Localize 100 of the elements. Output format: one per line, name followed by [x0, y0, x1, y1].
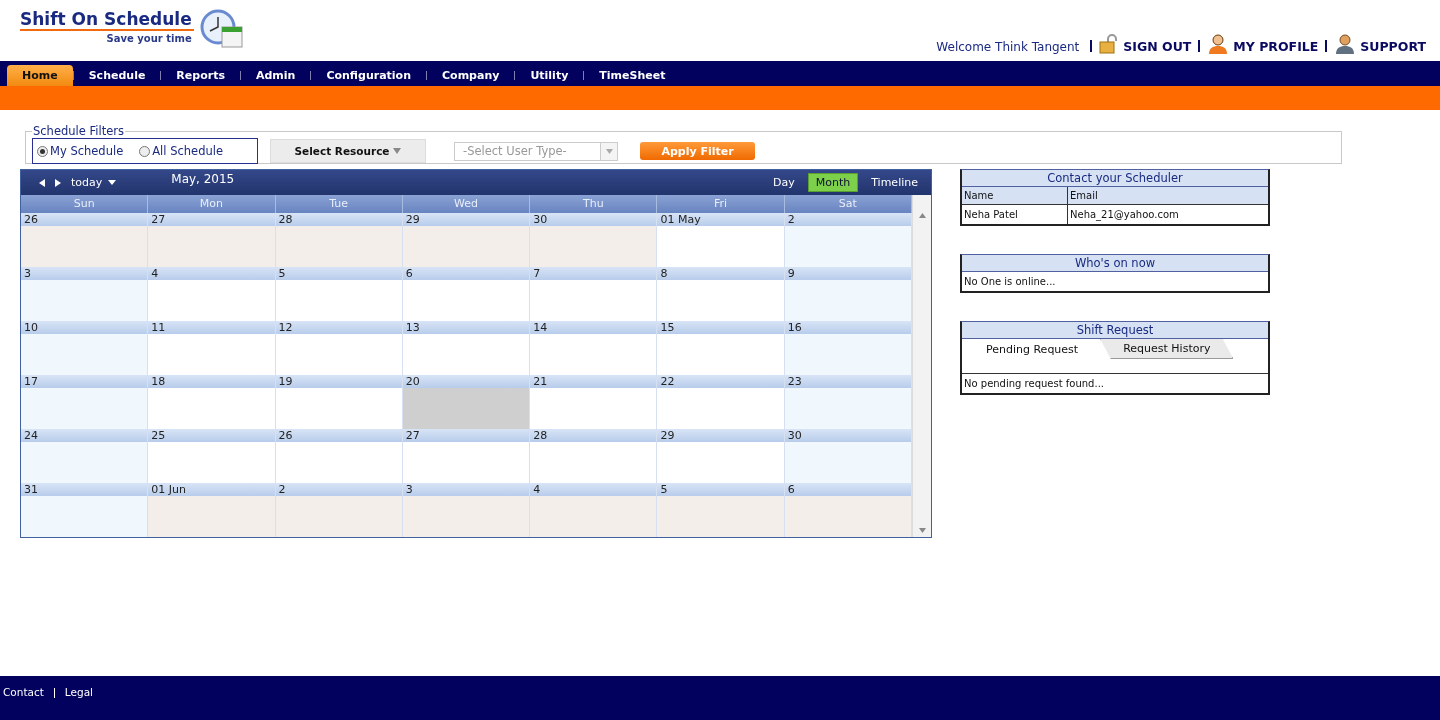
day-cell[interactable]: 11: [148, 321, 276, 375]
day-cell[interactable]: 12: [275, 321, 403, 375]
empty-message: No One is online...: [963, 275, 1057, 289]
day-cell[interactable]: 28: [275, 213, 403, 267]
day-cell[interactable]: 01 May: [657, 213, 785, 267]
view-button[interactable]: Timeline: [864, 174, 925, 191]
table-cell: Neha Patel: [962, 205, 1068, 224]
day-number: 6: [784, 483, 911, 496]
day-cell[interactable]: 6: [402, 267, 531, 321]
day-number: 14: [530, 321, 657, 334]
day-number: 3: [402, 483, 530, 496]
nav-tab[interactable]: Schedule: [73, 65, 161, 86]
header-link[interactable]: SIGN OUT: [1123, 39, 1192, 54]
select-resource-button[interactable]: Select Resource: [270, 139, 426, 163]
day-number: 7: [530, 267, 657, 280]
day-number: 5: [275, 267, 402, 280]
scroll-down-icon[interactable]: [918, 528, 926, 533]
nav-tab[interactable]: Admin: [240, 65, 311, 86]
day-cell[interactable]: 01 Jun: [148, 483, 276, 537]
padlock-icon: [1099, 34, 1120, 54]
today-button[interactable]: today: [71, 176, 117, 189]
day-number: 26: [21, 213, 148, 226]
table-header: Name: [962, 187, 1068, 205]
day-cell[interactable]: 21: [530, 375, 658, 429]
previous-icon[interactable]: [39, 178, 45, 187]
day-number: 5: [657, 483, 784, 496]
request-tab[interactable]: Request History: [1100, 339, 1234, 359]
view-button[interactable]: Month: [807, 173, 859, 192]
caret-icon: [108, 180, 117, 185]
header-link[interactable]: MY PROFILE: [1233, 39, 1319, 54]
day-number: 25: [148, 429, 275, 442]
day-cell[interactable]: 7: [530, 267, 658, 321]
day-number: 18: [148, 375, 275, 388]
table-cell-text: Neha_21@yahoo.com: [1069, 208, 1180, 223]
day-cell[interactable]: 16: [784, 321, 912, 375]
day-cell[interactable]: 30: [784, 429, 912, 483]
brand-title: Shift On Schedule: [20, 9, 194, 31]
next-icon[interactable]: [55, 178, 61, 187]
day-cell[interactable]: 26: [21, 213, 149, 267]
day-number: 16: [784, 321, 911, 334]
day-cell[interactable]: 3: [21, 267, 149, 321]
footer-link[interactable]: Legal: [64, 686, 93, 698]
day-cell[interactable]: 20: [402, 375, 531, 429]
day-cell[interactable]: 8: [657, 267, 785, 321]
day-number: 31: [21, 483, 148, 496]
day-number: 01 May: [657, 213, 784, 226]
day-cell[interactable]: 2: [275, 483, 403, 537]
brand-tagline: Save your time: [106, 33, 193, 44]
table-header: Email: [1068, 187, 1268, 205]
day-cell[interactable]: 23: [784, 375, 912, 429]
day-cell[interactable]: 25: [148, 429, 276, 483]
day-cell[interactable]: 24: [21, 429, 149, 483]
day-number: 20: [402, 375, 530, 388]
scope-radio[interactable]: All Schedule: [139, 144, 223, 158]
nav-tab[interactable]: Reports: [161, 65, 240, 86]
scrollbar[interactable]: [912, 195, 931, 537]
footer-link[interactable]: Contact: [3, 686, 44, 698]
day-cell[interactable]: 5: [657, 483, 785, 537]
nav-tab[interactable]: Configuration: [311, 65, 426, 86]
day-cell[interactable]: 22: [657, 375, 785, 429]
day-cell[interactable]: 28: [530, 429, 658, 483]
day-cell[interactable]: 13: [402, 321, 531, 375]
day-cell[interactable]: 5: [275, 267, 403, 321]
day-cell[interactable]: 4: [148, 267, 276, 321]
day-cell[interactable]: 31: [21, 483, 149, 537]
day-cell[interactable]: 19: [275, 375, 403, 429]
filters-title: Schedule Filters: [32, 124, 125, 138]
nav-tab[interactable]: Company: [427, 65, 515, 86]
day-cell[interactable]: 27: [402, 429, 531, 483]
day-cell[interactable]: 15: [657, 321, 785, 375]
nav-tab[interactable]: TimeSheet: [584, 65, 681, 86]
day-number: 23: [784, 375, 911, 388]
header-link[interactable]: SUPPORT: [1360, 39, 1426, 54]
day-number: 12: [275, 321, 402, 334]
day-number: 22: [657, 375, 784, 388]
day-cell[interactable]: 29: [402, 213, 531, 267]
day-number: 3: [21, 267, 148, 280]
day-cell[interactable]: 6: [784, 483, 912, 537]
day-cell[interactable]: 9: [784, 267, 912, 321]
day-cell[interactable]: 2: [784, 213, 912, 267]
day-number: 15: [657, 321, 784, 334]
panel-title: Who's on now: [962, 255, 1268, 272]
day-cell[interactable]: 27: [148, 213, 276, 267]
view-button[interactable]: Day: [766, 174, 802, 191]
day-cell[interactable]: 30: [530, 213, 658, 267]
day-cell[interactable]: 29: [657, 429, 785, 483]
day-cell[interactable]: 4: [530, 483, 658, 537]
scroll-up-icon[interactable]: [918, 213, 926, 218]
day-number: 29: [402, 213, 530, 226]
day-cell[interactable]: 17: [21, 375, 149, 429]
day-number: 4: [530, 483, 657, 496]
day-number: 30: [530, 213, 657, 226]
day-cell[interactable]: 14: [530, 321, 658, 375]
day-cell[interactable]: 18: [148, 375, 276, 429]
nav-tab[interactable]: Utility: [515, 65, 584, 86]
day-cell[interactable]: 26: [275, 429, 403, 483]
scope-radio[interactable]: My Schedule: [37, 144, 124, 158]
nav-tab[interactable]: Home: [7, 65, 73, 86]
day-cell[interactable]: 3: [402, 483, 531, 537]
day-cell[interactable]: 10: [21, 321, 149, 375]
